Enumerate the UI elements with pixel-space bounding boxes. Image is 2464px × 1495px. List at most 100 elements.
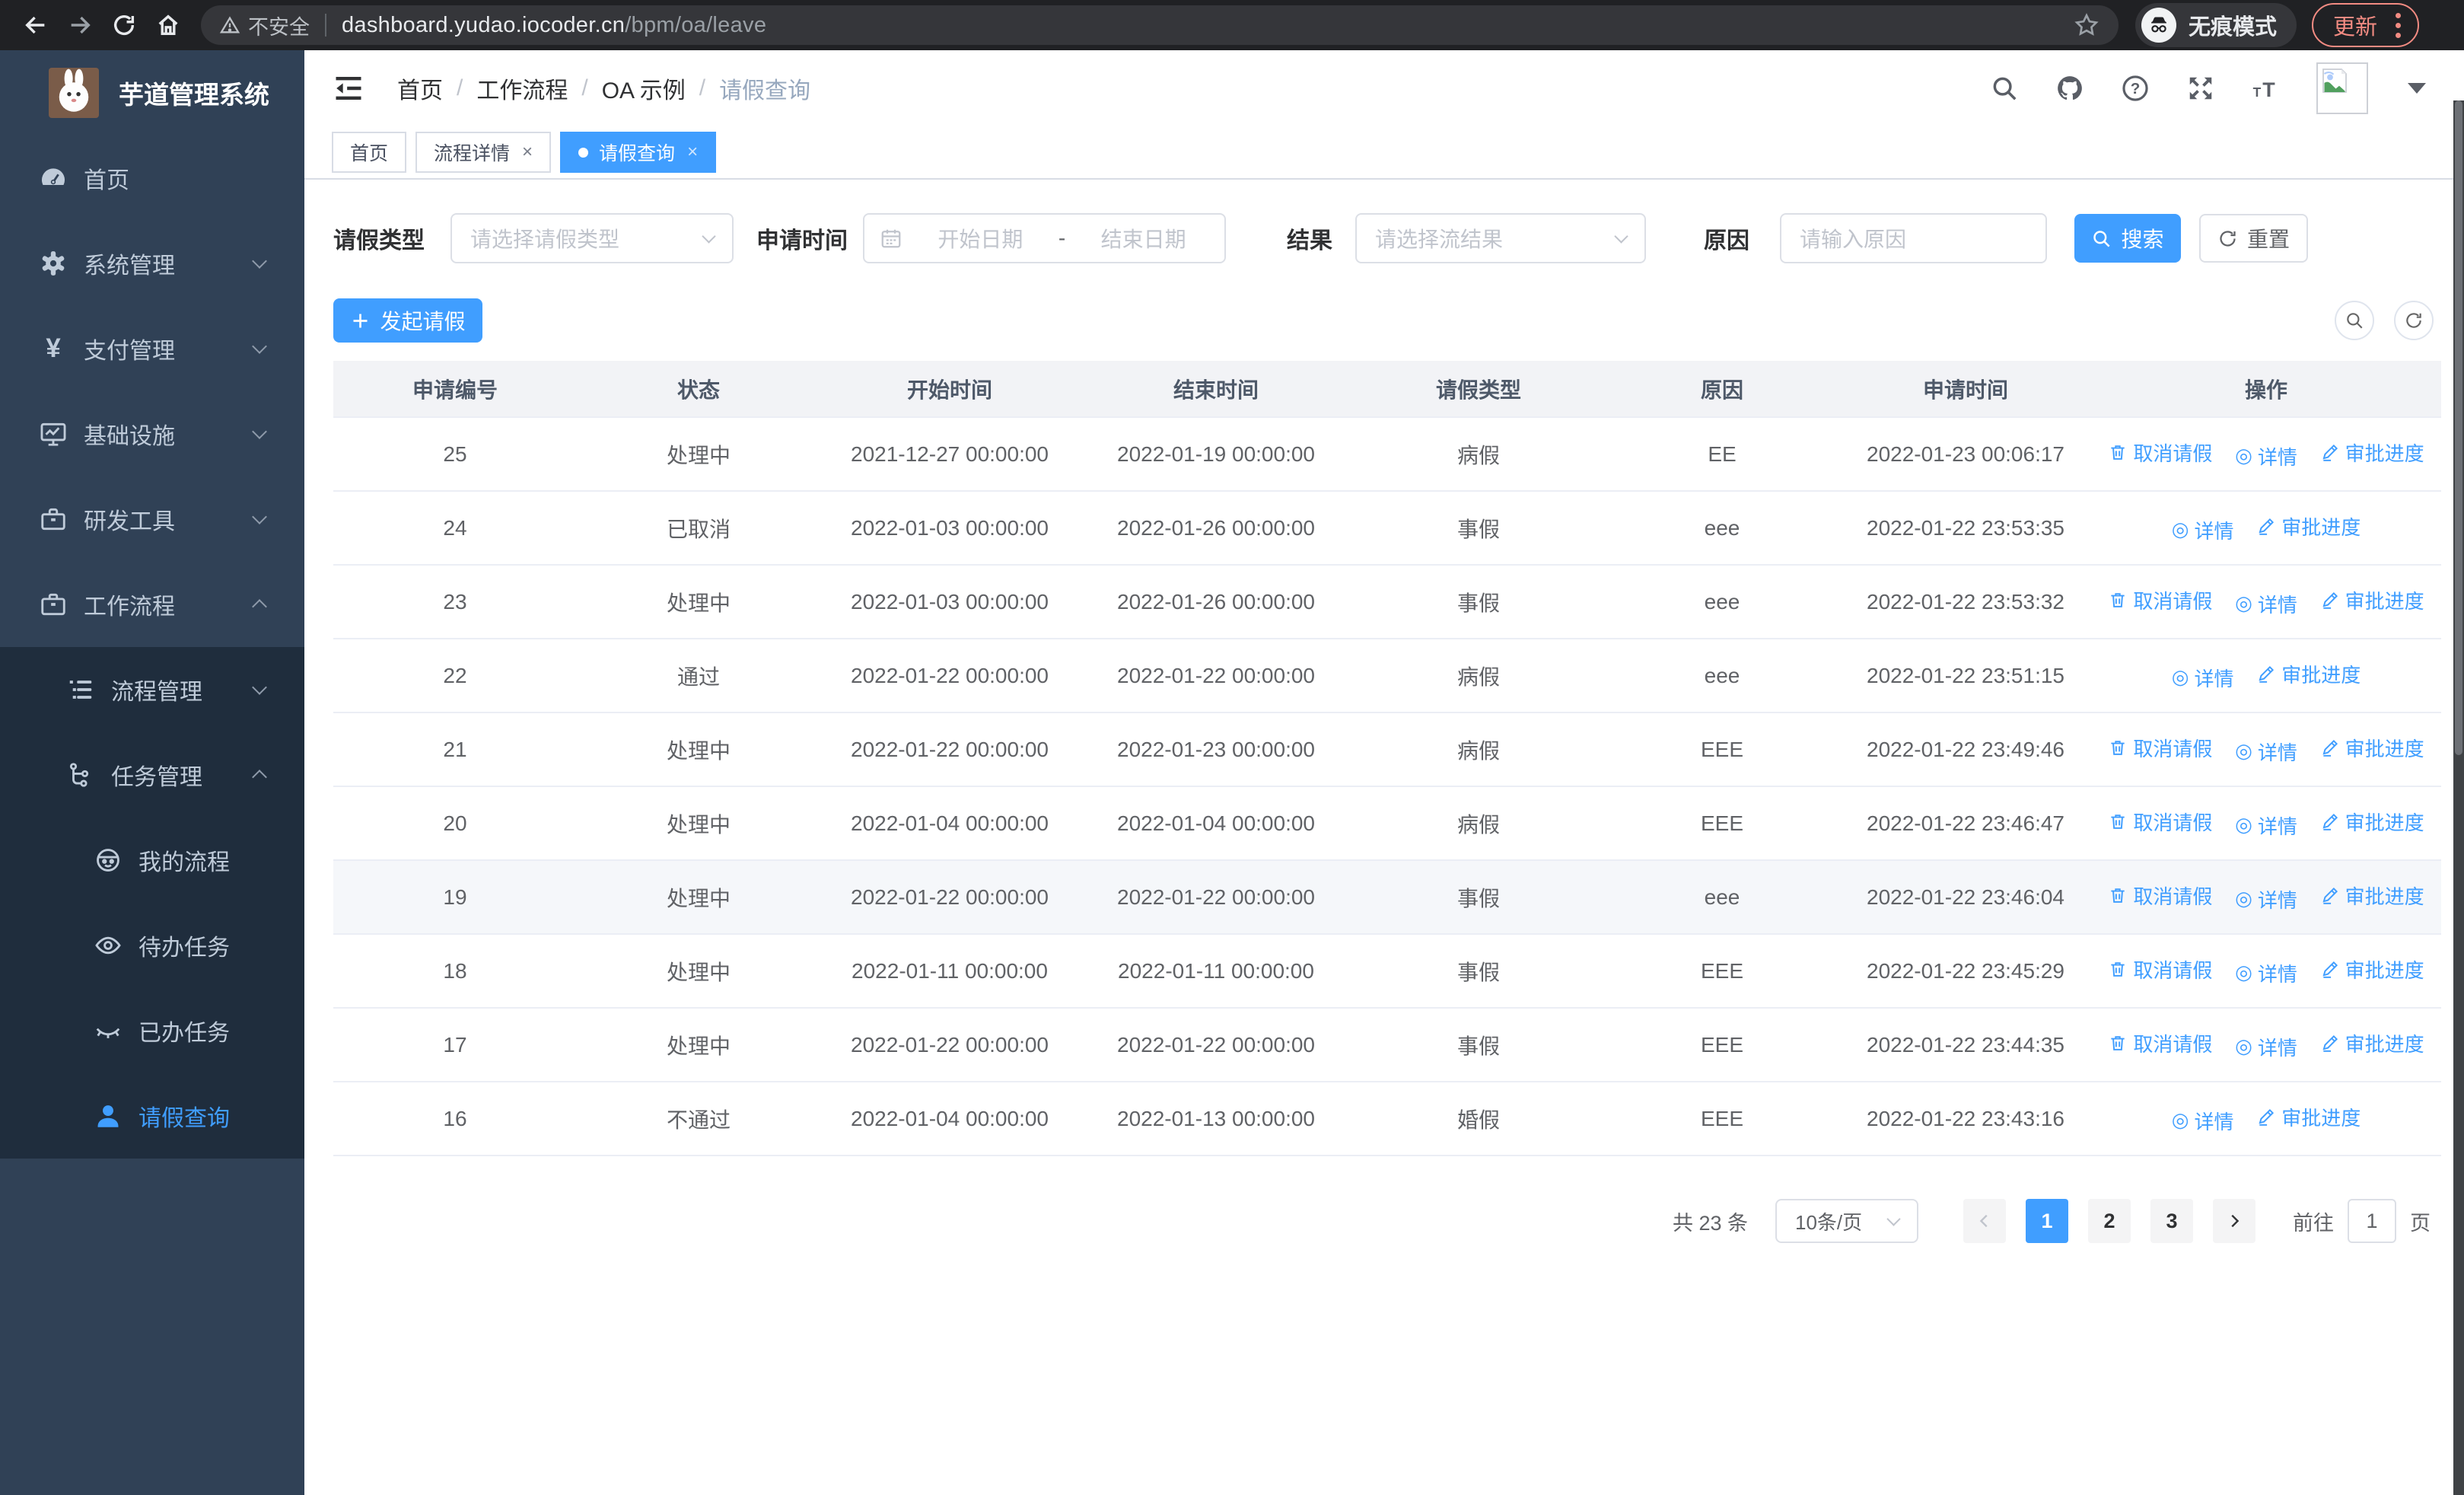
scrollbar-thumb[interactable] <box>2455 100 2462 755</box>
detail-link[interactable]: ◎ 详情 <box>2235 442 2297 470</box>
cancel-leave-link[interactable]: 取消请假 <box>2108 881 2212 910</box>
sidebar-item-home[interactable]: 首页 <box>0 135 304 221</box>
detail-link[interactable]: ◎ 详情 <box>2235 590 2297 618</box>
goto-page-input[interactable] <box>2348 1199 2396 1243</box>
update-button[interactable]: 更新 <box>2312 3 2420 47</box>
cell-actions: 取消请假 ◎ 详情 审批进度 <box>2091 786 2441 861</box>
sidebar-item-task-mgmt[interactable]: 任务管理 <box>0 732 304 818</box>
detail-link[interactable]: ◎ 详情 <box>2172 516 2234 544</box>
cell-status: 处理中 <box>577 565 820 639</box>
cancel-leave-link[interactable]: 取消请假 <box>2108 438 2212 467</box>
approval-progress-link[interactable]: 审批进度 <box>2320 734 2424 762</box>
approval-progress-link[interactable]: 审批进度 <box>2320 586 2424 614</box>
back-button[interactable] <box>14 3 58 47</box>
window-scrollbar[interactable] <box>2453 100 2464 1495</box>
hide-search-button[interactable] <box>2335 301 2374 340</box>
breadcrumb-item[interactable]: 首页 <box>397 72 443 105</box>
forward-button[interactable] <box>58 3 102 47</box>
breadcrumb: 首页 / 工作流程 / OA 示例 / 请假查询 <box>397 72 810 105</box>
github-icon[interactable] <box>2055 73 2085 104</box>
page-button[interactable]: 2 <box>2088 1199 2131 1243</box>
close-icon[interactable]: × <box>522 142 533 163</box>
approval-progress-link[interactable]: 审批进度 <box>2320 881 2424 910</box>
search-icon[interactable] <box>1989 73 2020 104</box>
next-page-button[interactable] <box>2213 1199 2255 1243</box>
prev-page-button[interactable] <box>1963 1199 2006 1243</box>
detail-link[interactable]: ◎ 详情 <box>2172 664 2234 692</box>
app-logo-row[interactable]: 芋道管理系统 <box>0 50 304 135</box>
result-select[interactable]: 请选择流结果 <box>1355 213 1646 263</box>
sidebar-item-leave-query[interactable]: 请假查询 <box>0 1073 304 1159</box>
home-button[interactable] <box>146 3 190 47</box>
broken-image-icon <box>2322 69 2347 93</box>
sidebar-item-devtools[interactable]: 研发工具 <box>0 477 304 562</box>
home-icon <box>158 14 178 36</box>
sidebar-item-todo-tasks[interactable]: 待办任务 <box>0 903 304 988</box>
cancel-leave-link[interactable]: 取消请假 <box>2108 586 2212 614</box>
fullscreen-icon[interactable] <box>2185 73 2216 104</box>
leave-type-select[interactable]: 请选择请假类型 <box>450 213 734 263</box>
col-end-time: 结束时间 <box>1079 361 1353 417</box>
approval-progress-link[interactable]: 审批进度 <box>2320 438 2424 467</box>
cell-apply-id: 23 <box>333 565 577 639</box>
cancel-leave-link[interactable]: 取消请假 <box>2108 808 2212 836</box>
tab-process-detail[interactable]: 流程详情 × <box>415 132 552 173</box>
reset-button[interactable]: 重置 <box>2199 214 2308 263</box>
detail-link[interactable]: ◎ 详情 <box>2235 738 2297 766</box>
apply-time-range-picker[interactable]: 开始日期 - 结束日期 <box>863 213 1226 263</box>
page-size-select[interactable]: 10条/页 <box>1775 1199 1918 1243</box>
cell-apply-id: 16 <box>333 1082 577 1156</box>
reason-input[interactable]: 请输入原因 <box>1780 213 2047 263</box>
cell-end-time: 2022-01-26 00:00:00 <box>1079 491 1353 566</box>
sidebar-item-workflow[interactable]: 工作流程 <box>0 562 304 647</box>
avatar[interactable] <box>2316 62 2368 114</box>
address-bar[interactable]: 不安全 dashboard.yudao.iocoder.cn/bpm/oa/le… <box>201 5 2119 45</box>
breadcrumb-item[interactable]: OA 示例 <box>602 72 686 105</box>
approval-progress-link[interactable]: 审批进度 <box>2256 1103 2361 1131</box>
approval-progress-link[interactable]: 审批进度 <box>2320 955 2424 983</box>
browser-menu-icon[interactable] <box>2391 10 2405 41</box>
close-icon[interactable]: × <box>687 142 698 163</box>
detail-link[interactable]: ◎ 详情 <box>2235 885 2297 913</box>
approval-progress-link[interactable]: 审批进度 <box>2256 512 2361 540</box>
cancel-leave-link[interactable]: 取消请假 <box>2108 1029 2212 1057</box>
approval-progress-link[interactable]: 审批进度 <box>2320 808 2424 836</box>
cancel-leave-link[interactable]: 取消请假 <box>2108 734 2212 762</box>
page-button[interactable]: 3 <box>2150 1199 2193 1243</box>
breadcrumb-item[interactable]: 工作流程 <box>476 72 568 105</box>
detail-link[interactable]: ◎ 详情 <box>2235 1033 2297 1061</box>
sidebar-fold-icon[interactable] <box>332 72 365 105</box>
sidebar-item-infra[interactable]: 基础设施 <box>0 391 304 477</box>
sidebar-item-done-tasks[interactable]: 已办任务 <box>0 988 304 1073</box>
cell-apply-time: 2022-01-22 23:43:16 <box>1840 1082 2091 1156</box>
detail-link[interactable]: ◎ 详情 <box>2172 1107 2234 1135</box>
chevron-down-icon <box>1614 228 1628 244</box>
reload-button[interactable] <box>102 3 146 47</box>
cancel-leave-link[interactable]: 取消请假 <box>2108 955 2212 983</box>
avatar-caret-icon[interactable] <box>2408 83 2426 94</box>
approval-progress-link[interactable]: 审批进度 <box>2320 1029 2424 1057</box>
sidebar-item-process-mgmt[interactable]: 流程管理 <box>0 647 304 732</box>
bookmark-star-icon[interactable] <box>2073 11 2100 39</box>
chevron-down-icon <box>252 339 267 354</box>
detail-link[interactable]: ◎ 详情 <box>2235 811 2297 840</box>
detail-link[interactable]: ◎ 详情 <box>2235 959 2297 987</box>
sidebar-item-my-process[interactable]: 我的流程 <box>0 818 304 903</box>
tab-leave-query[interactable]: 请假查询 × <box>560 132 717 173</box>
url-text: dashboard.yudao.iocoder.cn/bpm/oa/leave <box>342 12 767 37</box>
security-chip[interactable]: 不安全 <box>219 11 310 40</box>
search-button[interactable]: 搜索 <box>2074 214 2181 263</box>
tab-home[interactable]: 首页 <box>332 132 407 173</box>
cell-apply-id: 24 <box>333 491 577 566</box>
cell-apply-id: 21 <box>333 712 577 787</box>
refresh-table-button[interactable] <box>2394 301 2434 340</box>
sidebar-item-payment[interactable]: ¥ 支付管理 <box>0 306 304 391</box>
approval-progress-link[interactable]: 审批进度 <box>2256 660 2361 688</box>
sidebar-item-label: 首页 <box>84 168 129 193</box>
page-button[interactable]: 1 <box>2026 1199 2068 1243</box>
cell-actions: ◎ 详情 审批进度 <box>2091 491 2441 566</box>
sidebar-item-system[interactable]: 系统管理 <box>0 221 304 306</box>
help-icon[interactable]: ? <box>2120 73 2150 104</box>
font-size-icon[interactable]: TT <box>2251 73 2281 104</box>
create-leave-button[interactable]: 发起请假 <box>333 298 482 343</box>
